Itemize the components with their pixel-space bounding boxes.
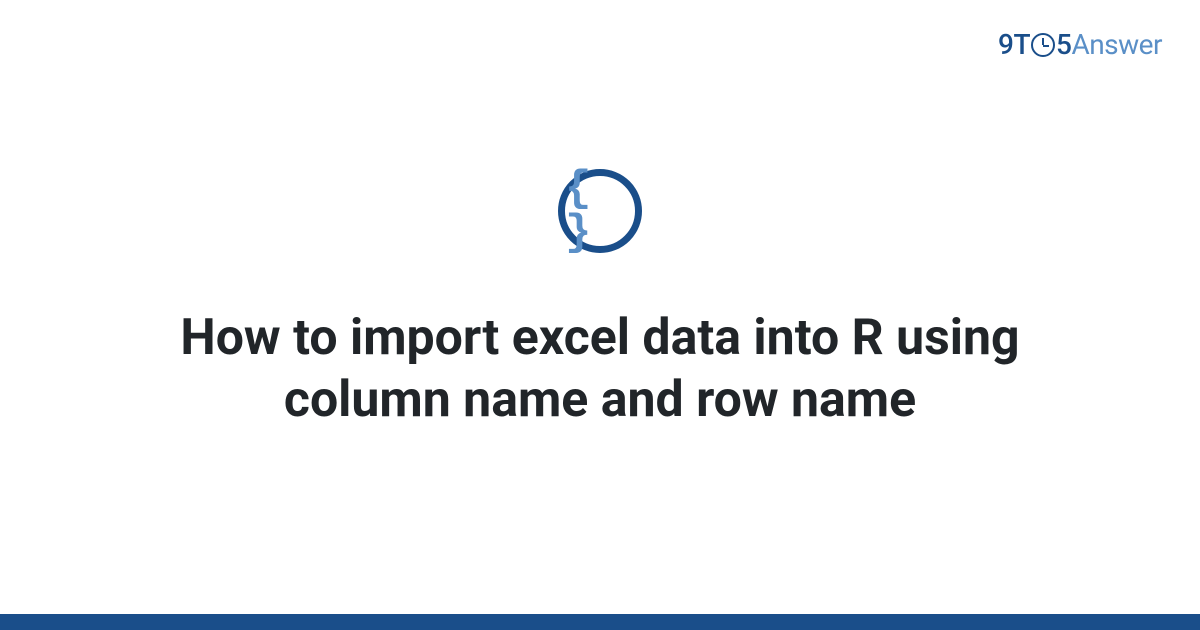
main-content: { } How to import excel data into R usin… — [0, 0, 1200, 630]
braces-glyph: { } — [565, 167, 635, 255]
footer-accent-bar — [0, 614, 1200, 630]
code-braces-icon: { } — [558, 169, 642, 253]
page-title: How to import excel data into R using co… — [100, 307, 1100, 432]
